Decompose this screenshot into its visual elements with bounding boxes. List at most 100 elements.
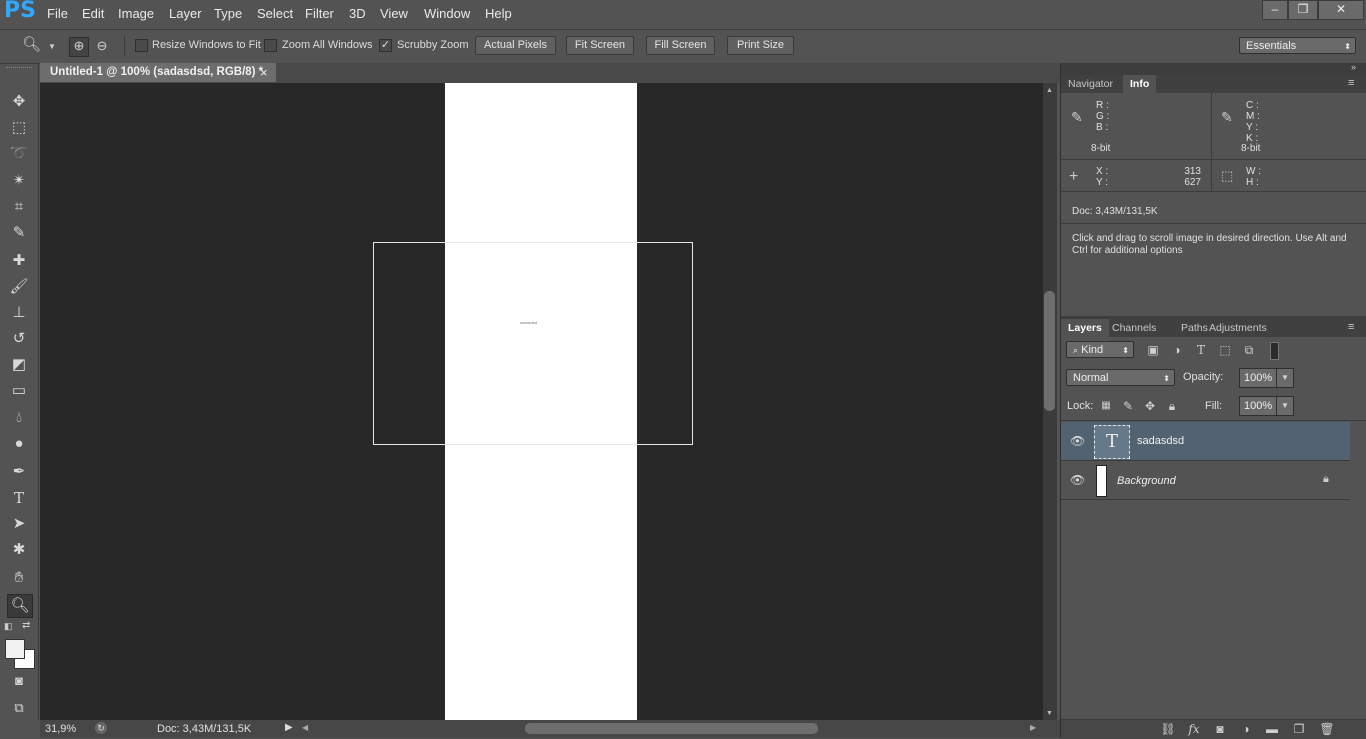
eye-visibility-icon[interactable]: 👁︎: [1070, 434, 1085, 448]
screen-mode-icon[interactable]: ⧉: [7, 697, 31, 719]
tab-adjustments[interactable]: Adjustments: [1202, 319, 1274, 337]
menu-3d[interactable]: 3D: [349, 6, 366, 21]
lasso-tool-icon[interactable]: ➰: [7, 143, 31, 165]
actual-pixels-button[interactable]: Actual Pixels: [475, 36, 556, 55]
print-size-button[interactable]: Print Size: [727, 36, 794, 55]
filter-toggle-switch[interactable]: [1270, 342, 1279, 360]
shape-layer-filter-icon[interactable]: ⬚: [1217, 342, 1233, 358]
vertical-scrollbar[interactable]: ▲ ▼: [1043, 83, 1057, 720]
menu-view[interactable]: View: [380, 6, 408, 21]
filter-kind-dropdown[interactable]: ⌕ Kind ⬍: [1066, 341, 1134, 358]
eraser-tool-icon[interactable]: ◩: [7, 354, 31, 376]
share-icon[interactable]: ↻: [95, 722, 107, 734]
vertical-scroll-thumb[interactable]: [1044, 291, 1055, 411]
hand-tool-icon[interactable]: ✋︎: [7, 567, 31, 589]
status-menu-arrow-icon[interactable]: ▶: [285, 722, 293, 733]
foreground-color-swatch[interactable]: [5, 639, 25, 659]
blend-mode-dropdown[interactable]: Normal ⬍: [1066, 369, 1175, 386]
default-colors-icon[interactable]: ◧: [4, 621, 13, 632]
menu-image[interactable]: Image: [118, 6, 154, 21]
layer-name[interactable]: sadasdsd: [1137, 435, 1184, 447]
zoom-tool-preset-icon[interactable]: 🔍︎: [22, 37, 41, 53]
menu-edit[interactable]: Edit: [82, 6, 104, 21]
toolbox-grip[interactable]: [6, 67, 32, 74]
scroll-left-icon[interactable]: ◀: [302, 723, 308, 732]
link-layers-icon[interactable]: ⛓: [1160, 721, 1176, 737]
menu-window[interactable]: Window: [424, 6, 470, 21]
scroll-up-icon[interactable]: ▲: [1046, 87, 1053, 94]
lock-position-icon[interactable]: ✥: [1142, 398, 1158, 414]
menu-filter[interactable]: Filter: [305, 6, 334, 21]
close-tab-icon[interactable]: ×: [260, 63, 268, 82]
new-adjustment-layer-icon[interactable]: ◑: [1238, 721, 1254, 737]
type-tool-icon[interactable]: T: [7, 487, 31, 509]
path-selection-tool-icon[interactable]: ➤: [7, 513, 31, 535]
menu-layer[interactable]: Layer: [169, 6, 202, 21]
pen-tool-icon[interactable]: ✒: [7, 461, 31, 483]
add-mask-icon[interactable]: ◙: [1212, 721, 1228, 737]
layer-name[interactable]: Background: [1117, 475, 1176, 487]
document-tab[interactable]: Untitled-1 @ 100% (sadasdsd, RGB/8) * ×: [40, 63, 276, 82]
zoom-level[interactable]: 31,9%: [45, 723, 76, 735]
eyedropper-tool-icon[interactable]: ✎: [7, 222, 31, 244]
dodge-tool-icon[interactable]: ●: [7, 433, 31, 455]
swap-colors-icon[interactable]: ⇄: [22, 620, 30, 631]
eyedropper-icon[interactable]: ✎: [1071, 109, 1083, 126]
eyedropper-cmyk-icon[interactable]: ✎: [1221, 109, 1233, 126]
menu-help[interactable]: Help: [485, 6, 512, 21]
resize-windows-checkbox[interactable]: [135, 39, 148, 52]
panel-menu-icon[interactable]: ≡: [1348, 77, 1354, 89]
zoom-in-icon[interactable]: ⊕: [69, 37, 89, 57]
restore-button[interactable]: ❐: [1288, 0, 1318, 20]
shape-tool-icon[interactable]: ✱: [7, 539, 31, 561]
marquee-tool-icon[interactable]: ⬚: [7, 117, 31, 139]
layers-panel-menu-icon[interactable]: ≡: [1348, 321, 1354, 333]
adjustment-layer-filter-icon[interactable]: ◑: [1169, 342, 1185, 358]
crop-tool-icon[interactable]: ⌗: [7, 196, 31, 218]
magic-wand-tool-icon[interactable]: ✴: [7, 170, 31, 192]
type-layer-filter-icon[interactable]: T: [1193, 342, 1209, 358]
fill-screen-button[interactable]: Fill Screen: [646, 36, 715, 55]
scroll-down-icon[interactable]: ▼: [1046, 710, 1053, 717]
tab-navigator[interactable]: Navigator: [1061, 75, 1120, 93]
brush-tool-icon[interactable]: 🖌︎: [7, 276, 31, 298]
canvas-area[interactable]: sadasdsd: [40, 83, 1043, 720]
gradient-tool-icon[interactable]: ▭: [7, 380, 31, 402]
pixel-layer-filter-icon[interactable]: ▣: [1145, 342, 1161, 358]
opacity-slider-toggle[interactable]: ▼: [1276, 368, 1294, 388]
layer-row[interactable]: 👁︎ Background 🔒︎: [1061, 461, 1350, 500]
collapse-panel-icon[interactable]: »: [1351, 62, 1356, 72]
tab-channels[interactable]: Channels: [1105, 319, 1163, 337]
minimize-button[interactable]: –: [1262, 0, 1288, 20]
menu-file[interactable]: File: [47, 6, 68, 21]
smart-object-filter-icon[interactable]: ⧉: [1241, 342, 1257, 358]
healing-brush-tool-icon[interactable]: ✚: [7, 250, 31, 272]
lock-transparent-icon[interactable]: ▦: [1098, 398, 1114, 414]
canvas-text-layer[interactable]: sadasdsd: [520, 320, 537, 325]
delete-layer-trash-icon[interactable]: 🗑︎: [1319, 721, 1335, 737]
scroll-right-icon[interactable]: ▶: [1030, 723, 1036, 732]
lock-pixels-icon[interactable]: ✎: [1120, 398, 1136, 414]
horizontal-scroll-thumb[interactable]: [525, 723, 818, 734]
fill-slider-toggle[interactable]: ▼: [1276, 396, 1294, 416]
clone-stamp-tool-icon[interactable]: ⊥: [7, 302, 31, 324]
opacity-input[interactable]: 100%: [1239, 368, 1277, 388]
fill-input[interactable]: 100%: [1239, 396, 1277, 416]
menu-select[interactable]: Select: [257, 6, 293, 21]
blur-tool-icon[interactable]: 💧︎: [7, 407, 31, 429]
zoom-all-windows-checkbox[interactable]: [264, 39, 277, 52]
close-window-button[interactable]: ✕: [1318, 0, 1364, 20]
lock-all-icon[interactable]: 🔒︎: [1164, 398, 1180, 414]
eye-visibility-icon[interactable]: 👁︎: [1070, 473, 1085, 487]
new-group-folder-icon[interactable]: ▬: [1264, 721, 1280, 737]
layer-style-fx-icon[interactable]: fx: [1186, 721, 1202, 737]
fit-screen-button[interactable]: Fit Screen: [566, 36, 634, 55]
move-tool-icon[interactable]: ✥: [7, 91, 31, 113]
menu-type[interactable]: Type: [214, 6, 242, 21]
zoom-tool-icon[interactable]: 🔍︎: [7, 594, 33, 618]
chevron-down-icon[interactable]: ▼: [44, 39, 60, 55]
zoom-out-icon[interactable]: ⊖: [94, 38, 110, 54]
panel-collapse-bar[interactable]: »: [1061, 62, 1366, 75]
layers-scrollbar[interactable]: [1350, 422, 1366, 719]
layer-row[interactable]: 👁︎ T sadasdsd: [1061, 422, 1350, 461]
